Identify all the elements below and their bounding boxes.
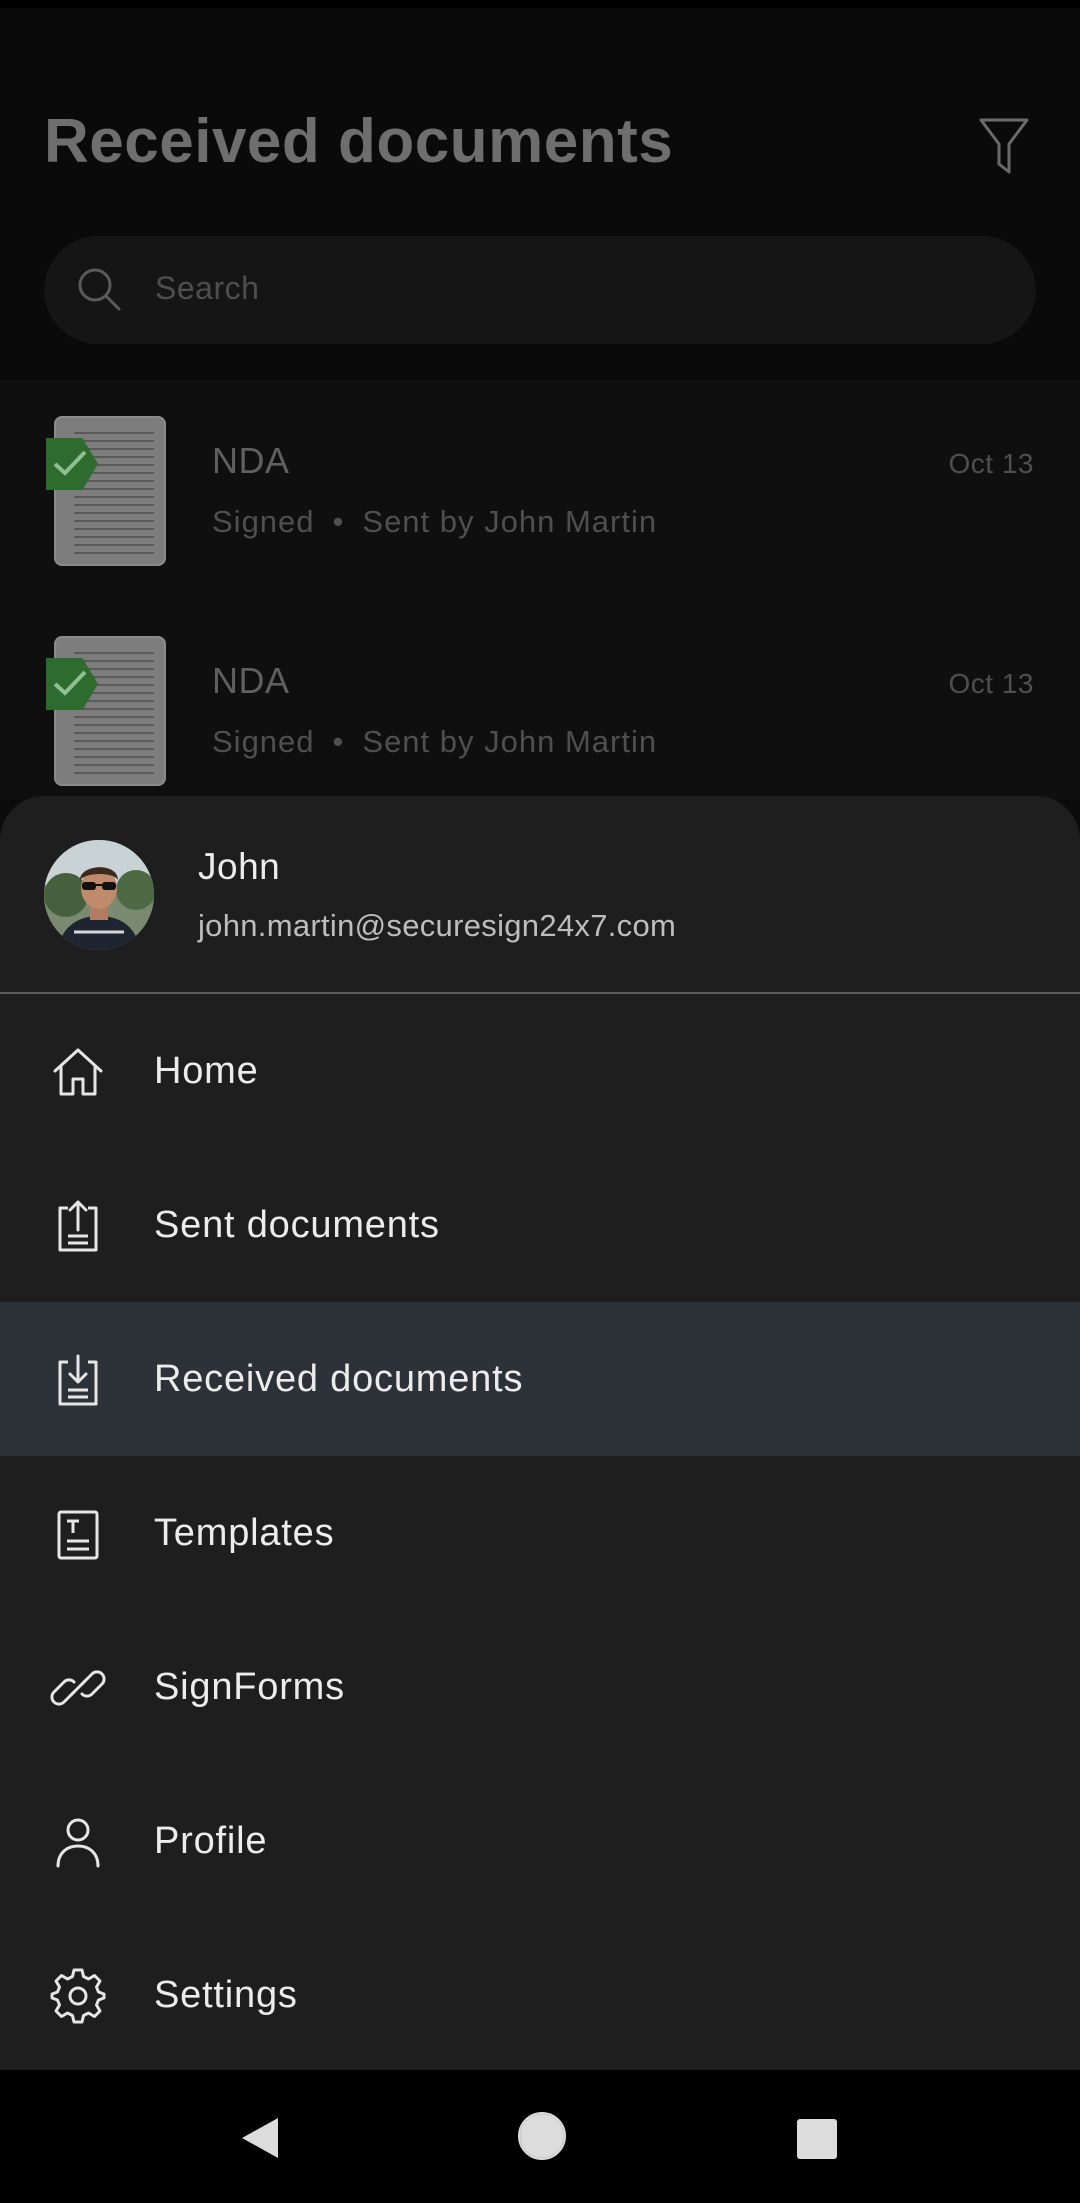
meta-separator: • — [332, 504, 345, 539]
drawer-profile[interactable]: John john.martin@securesign24x7.com — [0, 796, 1080, 992]
navigation-drawer: John john.martin@securesign24x7.com Home… — [0, 796, 1080, 2070]
drawer-item-templates[interactable]: Templates — [0, 1456, 1080, 1610]
drawer-item-label: Sent documents — [154, 1204, 440, 1246]
avatar — [44, 840, 154, 950]
search-bar[interactable]: Search — [44, 236, 1036, 344]
drawer-menu: Home Sent documents Received documents T… — [0, 994, 1080, 2070]
user-name: John — [198, 846, 281, 887]
search-input[interactable]: Search — [155, 270, 259, 307]
drawer-item-settings[interactable]: Settings — [0, 1918, 1080, 2070]
drawer-item-sent-documents[interactable]: Sent documents — [0, 1148, 1080, 1302]
drawer-item-label: Settings — [154, 1974, 298, 2016]
document-status: Signed — [212, 724, 315, 759]
drawer-item-label: Templates — [154, 1512, 335, 1554]
home-icon — [53, 1048, 103, 1096]
upload-document-icon — [58, 1200, 98, 1252]
person-icon — [56, 1818, 100, 1868]
document-sender: Sent by John Martin — [362, 724, 658, 759]
drawer-item-label: SignForms — [154, 1666, 345, 1708]
document-list: NDA Signed • Sent by John Martin Oct 13 ND… — [0, 380, 1080, 800]
system-nav-bar — [0, 2070, 1080, 2203]
recent-apps-icon[interactable] — [796, 2118, 838, 2160]
drawer-item-received-documents[interactable]: Received documents — [0, 1302, 1080, 1456]
filter-icon[interactable] — [978, 116, 1030, 176]
search-icon — [78, 268, 121, 311]
document-date: Oct 13 — [948, 668, 1034, 699]
home-nav-icon[interactable] — [516, 2110, 568, 2162]
screen: Received documents Search NDA Signed • Sen… — [0, 0, 1080, 2203]
document-title: NDA — [212, 660, 290, 701]
drawer-item-profile[interactable]: Profile — [0, 1764, 1080, 1918]
document-meta: Signed • Sent by John Martin — [212, 504, 657, 540]
template-icon — [57, 1510, 99, 1560]
status-bar — [0, 0, 1080, 8]
drawer-item-label: Received documents — [154, 1358, 524, 1400]
drawer-item-signforms[interactable]: SignForms — [0, 1610, 1080, 1764]
drawer-item-label: Home — [154, 1050, 259, 1092]
drawer-item-home[interactable]: Home — [0, 994, 1080, 1148]
document-row[interactable]: NDA Signed • Sent by John Martin Oct 13 — [0, 600, 1080, 820]
document-row[interactable]: NDA Signed • Sent by John Martin Oct 13 — [0, 380, 1080, 600]
document-status: Signed — [212, 504, 315, 539]
document-sender: Sent by John Martin — [362, 504, 658, 539]
user-email: john.martin@securesign24x7.com — [198, 908, 677, 943]
document-date: Oct 13 — [948, 448, 1034, 479]
back-icon[interactable] — [238, 2114, 282, 2162]
page-header: Received documents Search — [0, 8, 1080, 380]
download-document-icon — [58, 1354, 98, 1406]
document-title: NDA — [212, 440, 290, 481]
meta-separator: • — [332, 724, 345, 759]
drawer-item-label: Profile — [154, 1820, 268, 1862]
document-meta: Signed • Sent by John Martin — [212, 724, 657, 760]
link-icon — [50, 1670, 106, 1706]
gear-icon — [50, 1968, 106, 2024]
page-title: Received documents — [44, 107, 674, 176]
